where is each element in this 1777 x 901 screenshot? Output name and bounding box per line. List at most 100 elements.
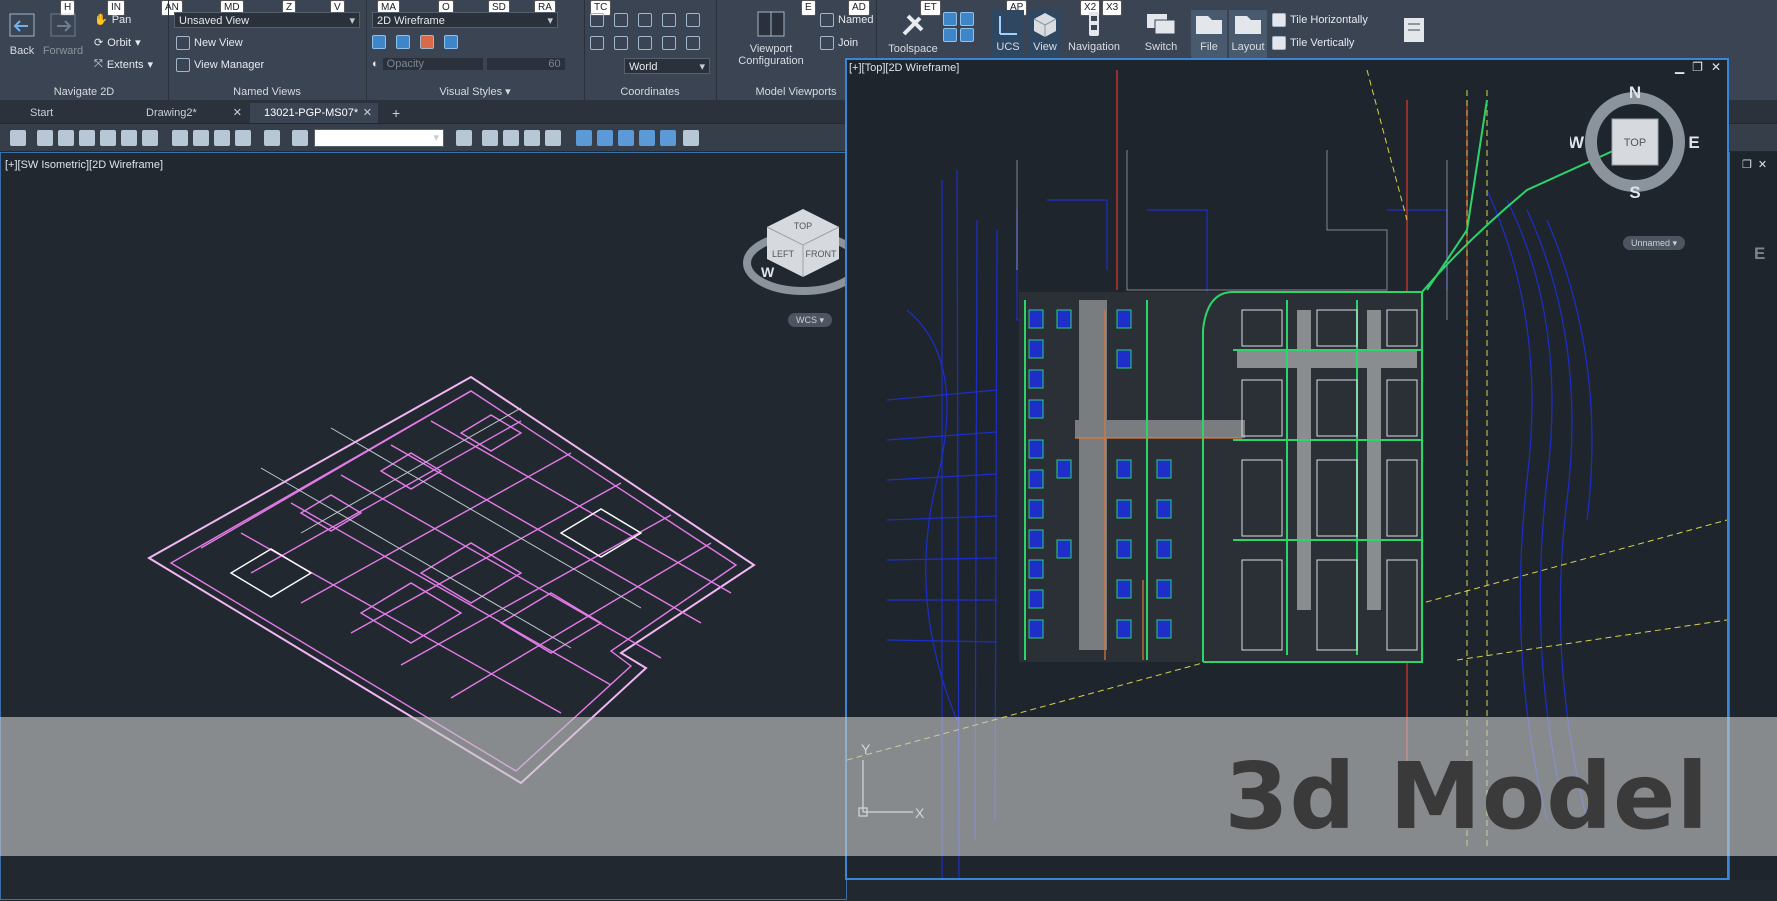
scale-viewport-icon[interactable] <box>660 130 676 146</box>
orbit-button[interactable]: ⟳ Orbit ▾ <box>94 36 141 50</box>
print-icon[interactable] <box>482 130 498 146</box>
tile-vertical-icon <box>1272 36 1286 50</box>
clip-viewport-icon[interactable] <box>639 130 655 146</box>
network-icon[interactable] <box>943 28 957 42</box>
restore-icon[interactable]: ❐ <box>1742 158 1752 171</box>
ucs-x-icon[interactable] <box>686 13 700 27</box>
ucs-face-icon[interactable] <box>638 36 652 50</box>
view-cube-top-face[interactable]: TOP <box>794 221 812 231</box>
forward-button[interactable]: Forward <box>42 12 84 57</box>
shade-icon[interactable] <box>396 35 410 49</box>
named-viewports-button[interactable]: Named <box>820 13 873 27</box>
join-button[interactable]: Join <box>820 36 858 50</box>
object-viewport-icon[interactable] <box>618 130 634 146</box>
ucs-object-icon[interactable] <box>614 36 628 50</box>
visual-style-select[interactable]: 2D Wireframe <box>372 12 558 29</box>
se-iso-icon[interactable] <box>193 130 209 146</box>
view-cube-button[interactable]: View <box>1028 10 1062 60</box>
chevron-down-icon: ▾ <box>135 37 141 49</box>
toolspace-label: Toolspace <box>888 43 938 55</box>
compass-north-label[interactable]: N <box>1629 83 1641 102</box>
ucs-z-icon[interactable] <box>638 13 652 27</box>
render-icon[interactable] <box>372 35 386 49</box>
view-cube-front-face[interactable]: FRONT <box>806 249 837 259</box>
layout-tabs-button[interactable]: Layout <box>1229 10 1267 60</box>
new-view-button[interactable]: New View <box>176 36 243 50</box>
switch-window-button[interactable]: Switch <box>1136 10 1186 53</box>
material-icon[interactable] <box>420 35 434 49</box>
ucs-named-icon[interactable] <box>686 36 700 50</box>
back-view-icon[interactable] <box>142 130 158 146</box>
tile-horizontally-button[interactable]: Tile Horizontally <box>1272 13 1368 27</box>
tab-13021-pgp-ms07[interactable]: 13021-PGP-MS07* ✕ <box>250 103 378 123</box>
ucs-tools-row2 <box>590 36 700 50</box>
compass-east-label-edge: E <box>1754 244 1766 263</box>
compass-south-label[interactable]: S <box>1629 183 1640 202</box>
ucs-axis-icon <box>999 16 1017 35</box>
camera-icon[interactable] <box>264 130 280 146</box>
ucs-3point-icon[interactable] <box>662 13 676 27</box>
named-views-icon[interactable] <box>10 130 26 146</box>
tile-vertically-button[interactable]: Tile Vertically <box>1272 36 1354 50</box>
settings-icon[interactable] <box>960 12 974 26</box>
compass-view-cube[interactable]: TOP N S E W <box>1570 82 1700 222</box>
tab-start[interactable]: Start <box>16 103 134 123</box>
new-view-label: New View <box>194 37 243 49</box>
opacity-value: 60 <box>486 58 565 70</box>
panel-title-coordinates: Coordinates <box>620 86 680 98</box>
view-manager-button[interactable]: View Manager <box>176 58 264 72</box>
panel-coordinates: World Coordinates <box>584 0 717 100</box>
unnamed-ucs-menu[interactable]: Unnamed ▾ <box>1623 236 1685 250</box>
ucs-view-icon[interactable] <box>590 36 604 50</box>
compass-top-face[interactable]: TOP <box>1624 137 1646 149</box>
top-view-icon[interactable] <box>37 130 53 146</box>
extents-button[interactable]: ⤧ Extents ▾ <box>94 58 153 71</box>
clipboard-icon[interactable] <box>456 130 472 146</box>
close-icon[interactable]: ✕ <box>363 103 372 123</box>
lights-icon[interactable] <box>444 35 458 49</box>
ne-iso-icon[interactable] <box>214 130 230 146</box>
grid-icon[interactable] <box>943 12 957 26</box>
file-tabs-button[interactable]: File <box>1191 10 1227 60</box>
new-tab-button[interactable]: + <box>386 103 410 123</box>
cube-icon <box>1033 13 1057 37</box>
named-view-select[interactable]: Unsaved View <box>174 12 360 29</box>
opacity-slider[interactable]: ◐ Opacity 60 <box>372 58 565 70</box>
toolspace-button[interactable]: Toolspace <box>888 10 938 55</box>
switch-label: Switch <box>1144 41 1178 53</box>
panel-title-visual-styles: Visual Styles ▾ <box>439 86 511 98</box>
front-view-icon[interactable] <box>121 130 137 146</box>
viewport-configuration-button[interactable]: Viewport Configuration <box>726 10 816 67</box>
back-button[interactable]: Back <box>6 12 38 57</box>
compass-east-label[interactable]: E <box>1688 133 1699 152</box>
compass-west-label[interactable]: W <box>1570 133 1585 152</box>
ucs-origin-icon[interactable] <box>614 13 628 27</box>
right-view-icon[interactable] <box>100 130 116 146</box>
wcs-menu[interactable]: WCS ▾ <box>788 313 832 327</box>
view-select[interactable] <box>314 129 444 147</box>
ucs-icon[interactable] <box>590 13 604 27</box>
tab-drawing2[interactable]: Drawing2* ✕ <box>132 103 248 123</box>
bottom-view-icon[interactable] <box>58 130 74 146</box>
ucs-toolbar-icon[interactable] <box>292 130 308 146</box>
view-cube-left-face[interactable]: LEFT <box>772 249 795 259</box>
sw-iso-icon[interactable] <box>172 130 188 146</box>
nw-iso-icon[interactable] <box>235 130 251 146</box>
close-icon[interactable]: ✕ <box>1758 158 1767 171</box>
left-view-icon[interactable] <box>79 130 95 146</box>
plot-icon[interactable] <box>524 130 540 146</box>
table-icon[interactable] <box>960 28 974 42</box>
ucs-select[interactable]: World <box>624 58 710 75</box>
ucs-icon-button[interactable]: UCS <box>992 10 1024 60</box>
pan-button[interactable]: ✋ Pan <box>94 13 131 27</box>
ucs-y-icon[interactable] <box>662 36 676 50</box>
close-icon[interactable]: ✕ <box>233 103 242 123</box>
viewport-icon[interactable] <box>576 130 592 146</box>
switch-windows-icon <box>1147 14 1176 35</box>
user-interface-button[interactable] <box>1400 14 1430 46</box>
maximize-viewport-icon[interactable] <box>683 130 699 146</box>
publish-icon[interactable] <box>503 130 519 146</box>
navigation-bar-button[interactable]: Navigation <box>1064 10 1124 53</box>
batch-plot-icon[interactable] <box>545 130 561 146</box>
polygon-viewport-icon[interactable] <box>597 130 613 146</box>
